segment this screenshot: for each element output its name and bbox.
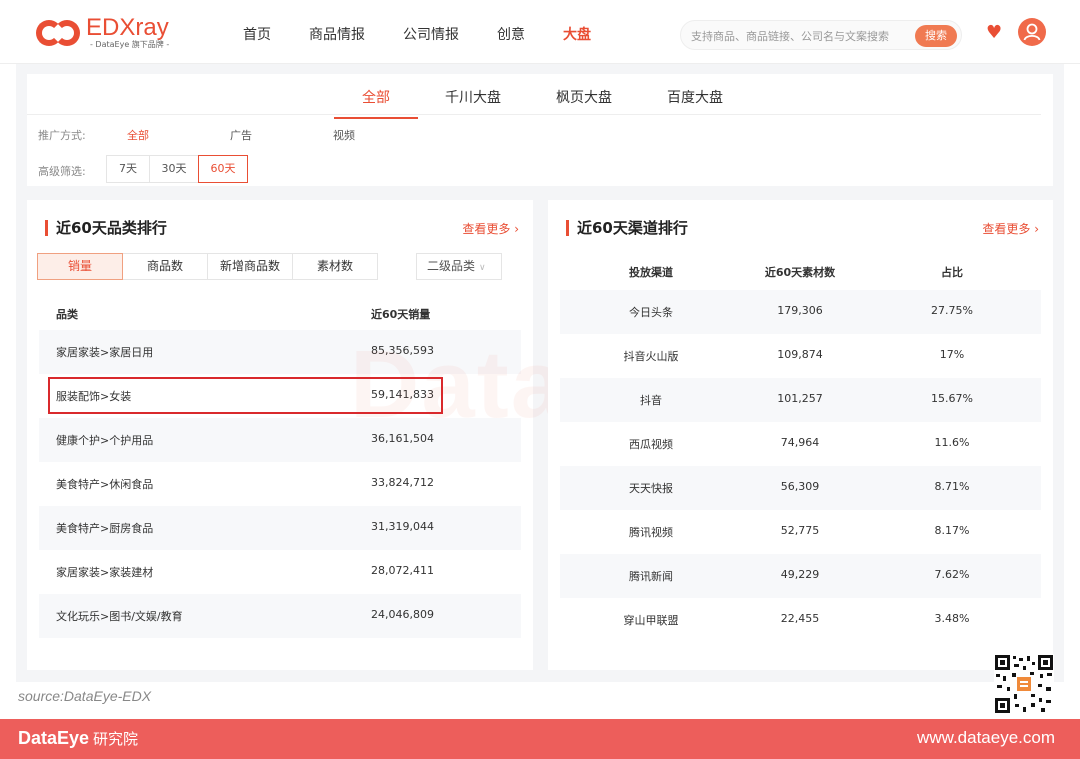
- category-level-dropdown[interactable]: 二级品类 ∨: [416, 253, 502, 280]
- channel-table-header: 投放渠道 近60天素材数 占比: [560, 250, 1041, 294]
- logo-subtitle: - DataEye 旗下品牌 -: [90, 40, 170, 49]
- column-header-materials: 近60天素材数: [764, 266, 836, 279]
- column-header-channel: 投放渠道: [629, 266, 673, 279]
- logo-mark-icon: [36, 18, 82, 48]
- logo-name: EDXray: [86, 14, 169, 41]
- segment-product-count[interactable]: 商品数: [122, 253, 208, 280]
- main-nav: 首页 商品情报 公司情报 创意 大盘: [243, 24, 629, 44]
- promo-option-ad[interactable]: 广告: [230, 127, 252, 143]
- table-row[interactable]: 抖音火山版 109,874 17%: [560, 334, 1041, 378]
- table-row[interactable]: 天天快报 56,309 8.71%: [560, 466, 1041, 510]
- logo[interactable]: EDXray - DataEye 旗下品牌 -: [36, 16, 169, 50]
- source-caption: source:DataEye-EDX: [18, 688, 152, 704]
- advanced-filter-label: 高级筛选:: [38, 165, 86, 178]
- table-row[interactable]: 家居家装>家装建材 28,072,411: [39, 550, 521, 594]
- category-more-link[interactable]: 查看更多 ›: [462, 220, 519, 237]
- nav-product-intel[interactable]: 商品情报: [309, 24, 365, 44]
- table-row[interactable]: 抖音 101,257 15.67%: [560, 378, 1041, 422]
- promo-option-video[interactable]: 视频: [333, 127, 355, 143]
- day-option-7[interactable]: 7天: [106, 155, 150, 183]
- top-header: EDXray - DataEye 旗下品牌 - 首页 商品情报 公司情报 创意 …: [0, 0, 1080, 64]
- search-input[interactable]: [691, 26, 911, 46]
- nav-home[interactable]: 首页: [243, 24, 271, 44]
- channel-more-link[interactable]: 查看更多 ›: [982, 220, 1039, 237]
- nav-market[interactable]: 大盘: [563, 24, 591, 44]
- day-option-60[interactable]: 60天: [198, 155, 248, 183]
- segment-sales[interactable]: 销量: [37, 253, 123, 280]
- table-row[interactable]: 美食特产>休闲食品 33,824,712: [39, 462, 521, 506]
- table-row[interactable]: 今日头条 179,306 27.75%: [560, 290, 1041, 334]
- channel-ranking-card: 近60天渠道排行 查看更多 › 投放渠道 近60天素材数 占比 今日头条 179,…: [548, 200, 1053, 670]
- table-row[interactable]: 腾讯视频 52,775 8.17%: [560, 510, 1041, 554]
- day-option-30[interactable]: 30天: [149, 155, 199, 183]
- table-row[interactable]: 西瓜视频 74,964 11.6%: [560, 422, 1041, 466]
- search-box: 搜索: [680, 20, 962, 50]
- column-header-category: 品类: [56, 308, 78, 321]
- highlight-box: [48, 377, 443, 414]
- promo-label: 推广方式:: [38, 129, 86, 142]
- column-header-sales: 近60天销量: [371, 308, 431, 321]
- category-ranking-title: 近60天品类排行: [45, 220, 167, 236]
- heart-icon[interactable]: ♥: [986, 24, 1004, 42]
- footer-brand: DataEye 研究院: [18, 728, 139, 748]
- nav-company-intel[interactable]: 公司情报: [403, 24, 459, 44]
- nav-creative[interactable]: 创意: [497, 24, 525, 44]
- user-icon[interactable]: [1018, 18, 1046, 46]
- search-button[interactable]: 搜索: [915, 25, 957, 47]
- filter-panel: 全部 千川大盘 枫页大盘 百度大盘 推广方式: 全部 广告 视频 高级筛选: 7…: [27, 74, 1053, 186]
- table-row[interactable]: 腾讯新闻 49,229 7.62%: [560, 554, 1041, 598]
- column-header-share: 占比: [941, 266, 963, 279]
- table-row[interactable]: 美食特产>厨房食品 31,319,044: [39, 506, 521, 550]
- segment-material-count[interactable]: 素材数: [292, 253, 378, 280]
- day-range-selector: 7天 30天 60天: [106, 155, 248, 183]
- footer-website[interactable]: www.dataeye.com: [917, 728, 1055, 748]
- tab-divider: [27, 114, 1041, 115]
- promo-option-all[interactable]: 全部: [127, 127, 149, 143]
- table-row[interactable]: 穿山甲联盟 22,455 3.48%: [560, 598, 1041, 642]
- table-row[interactable]: 文化玩乐>图书/文娱/教育 24,046,809: [39, 594, 521, 638]
- metric-segment: 销量 商品数 新增商品数 素材数: [37, 253, 378, 280]
- qr-code-icon: [994, 654, 1054, 714]
- footer-bar: DataEye 研究院 www.dataeye.com: [0, 719, 1080, 759]
- channel-ranking-title: 近60天渠道排行: [566, 220, 688, 236]
- segment-new-products[interactable]: 新增商品数: [207, 253, 293, 280]
- chevron-down-icon: ∨: [479, 263, 486, 273]
